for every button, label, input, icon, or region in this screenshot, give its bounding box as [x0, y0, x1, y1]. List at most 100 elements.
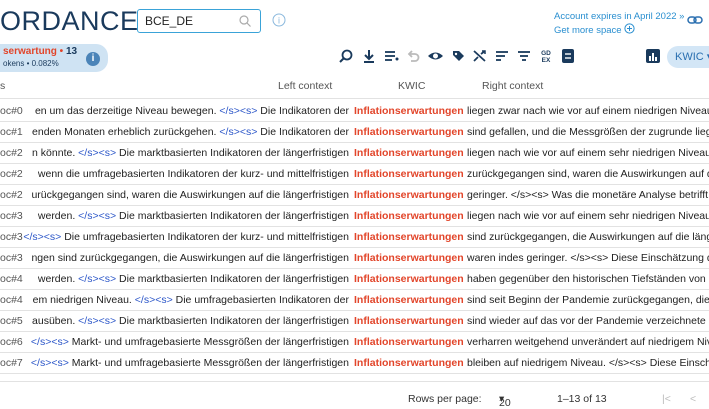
doc-ref[interactable]: oc#0 [0, 105, 23, 117]
left-context-rest: Die marktbasierten Indikatoren der länge… [119, 147, 349, 159]
search-refine-icon[interactable] [338, 48, 356, 66]
gdex-icon[interactable]: GD EX [538, 48, 556, 66]
doc-ref[interactable]: oc#6 [0, 336, 23, 348]
left-context[interactable]: </s><s> Markt- und umfragebasierte Messg… [31, 336, 349, 348]
left-context[interactable]: em niedrigen Niveau. </s><s> Die umfrage… [33, 294, 349, 306]
doc-ref[interactable]: oc#7 [0, 357, 23, 369]
prev-page-icon[interactable]: < [690, 393, 696, 405]
table-row[interactable]: oc#0 en um das derzeitige Niveau bewegen.… [0, 101, 709, 122]
kwic-keyword[interactable]: Inflationserwartungen [354, 357, 464, 369]
visibility-icon[interactable] [427, 48, 445, 66]
left-context[interactable]: n könnte. </s><s> Die marktbasierten Ind… [32, 147, 349, 159]
doc-ref[interactable]: oc#2 [0, 147, 23, 159]
right-context[interactable]: waren indes geringer. </s><s> Diese Eins… [467, 252, 709, 264]
doc-ref[interactable]: oc#5 [0, 315, 23, 327]
right-context[interactable]: bleiben auf niedrigem Niveau. </s><s> Di… [467, 357, 709, 369]
account-expiry-link[interactable]: Account expires in April 2022 » [554, 11, 684, 23]
right-context[interactable]: sind seit Beginn der Pandemie zurückgega… [467, 294, 709, 306]
share-link-icon[interactable] [687, 13, 703, 31]
shuffle-icon[interactable] [472, 48, 490, 66]
right-context[interactable]: liegen zwar nach wie vor auf einem niedr… [467, 105, 709, 117]
right-context[interactable]: geringer. </s><s> Was die monetäre Analy… [467, 189, 709, 201]
table-row[interactable]: oc#7 </s><s> Markt- und umfragebasierte … [0, 353, 709, 374]
info-icon[interactable]: i [272, 13, 286, 32]
filter-icon[interactable] [516, 48, 534, 66]
header-right-context[interactable]: Right context [482, 80, 543, 92]
left-context[interactable]: </s><s> Markt- und umfragebasierte Messg… [31, 357, 349, 369]
kwic-keyword[interactable]: Inflationserwartungen [354, 126, 464, 138]
table-row[interactable]: oc#1 enden Monaten erheblich zurückgehen.… [0, 122, 709, 143]
sort-icon[interactable] [494, 48, 512, 66]
doc-ref[interactable]: oc#3 [0, 210, 23, 222]
table-row[interactable]: oc#2 wenn die umfragebasierten Indikatore… [0, 164, 709, 185]
table-row[interactable]: oc#6 </s><s> Markt- und umfragebasierte … [0, 332, 709, 353]
kwic-keyword[interactable]: Inflationserwartungen [354, 273, 464, 285]
undo-icon[interactable] [405, 48, 423, 66]
left-context[interactable]: werden. </s><s> Die marktbasierten Indik… [38, 273, 349, 285]
toolbar: GD EX [0, 48, 709, 68]
tag-icon[interactable] [450, 48, 468, 66]
doc-ref[interactable]: oc#3 [0, 231, 23, 243]
right-context[interactable]: haben gegenüber den historischen Tiefstä… [467, 273, 709, 285]
kwic-keyword[interactable]: Inflationserwartungen [354, 252, 464, 264]
left-context[interactable]: </s><s> Die umfragebasierten Indikatoren… [23, 231, 349, 243]
left-context[interactable]: ngen sind zurückgegangen, die Auswirkung… [31, 252, 349, 264]
kwic-keyword[interactable]: Inflationserwartungen [354, 231, 464, 243]
doc-ref[interactable]: oc#1 [0, 126, 23, 138]
table-row[interactable]: oc#3 werden. </s><s> Die marktbasierten I… [0, 206, 709, 227]
kwic-keyword[interactable]: Inflationserwartungen [354, 336, 464, 348]
doc-ref[interactable]: oc#2 [0, 189, 23, 201]
corpus-selector[interactable]: BCE_DE [137, 9, 261, 33]
table-row[interactable]: oc#3 ngen sind zurückgegangen, die Auswir… [0, 248, 709, 269]
rows-per-page-select[interactable]: 20 ▾ [499, 393, 511, 409]
left-context[interactable]: enden Monaten erheblich zurückgehen. </s… [32, 126, 349, 138]
left-context[interactable]: en um das derzeitige Niveau bewegen. </s… [35, 105, 349, 117]
kwic-keyword[interactable]: Inflationserwartungen [354, 105, 464, 117]
table-row[interactable]: oc#2 n könnte. </s><s> Die marktbasierten… [0, 143, 709, 164]
table-row[interactable]: oc#4 werden. </s><s> Die marktbasierten I… [0, 269, 709, 290]
view-mode-selector[interactable]: KWIC ▾ [667, 46, 709, 68]
right-context[interactable]: verharren weitgehend unverändert auf nie… [467, 336, 709, 348]
left-context[interactable]: urückgegangen sind, waren die Auswirkung… [31, 189, 349, 201]
left-context[interactable]: ausüben. </s><s> Die marktbasierten Indi… [32, 315, 349, 327]
table-row[interactable]: oc#4 em niedrigen Niveau. </s><s> Die umf… [0, 290, 709, 311]
header-ref[interactable]: s [0, 80, 5, 92]
table-row[interactable]: oc#5 ausüben. </s><s> Die marktbasierten … [0, 311, 709, 332]
table-row[interactable]: oc#3 </s><s> Die umfragebasierten Indika… [0, 227, 709, 248]
right-context[interactable]: sind zurückgegangen, die Auswirkungen au… [467, 231, 709, 243]
sort-lines-icon[interactable] [383, 48, 401, 66]
left-context-text: en um das derzeitige Niveau bewegen. [34, 105, 217, 117]
doc-ref[interactable]: oc#2 [0, 168, 23, 180]
right-context[interactable]: liegen nach wie vor auf einem sehr niedr… [467, 210, 709, 222]
left-context[interactable]: wenn die umfragebasierten Indikatoren de… [38, 168, 349, 180]
kwic-keyword[interactable]: Inflationserwartungen [354, 189, 464, 201]
first-page-icon[interactable]: |< [662, 393, 671, 405]
account-notice[interactable]: Account expires in April 2022 » Get more… [554, 11, 684, 37]
right-context[interactable]: sind gefallen, und die Messgrößen der zu… [467, 126, 709, 138]
kwic-keyword[interactable]: Inflationserwartungen [354, 210, 464, 222]
kwic-keyword[interactable]: Inflationserwartungen [354, 315, 464, 327]
kwic-keyword[interactable]: Inflationserwartungen [354, 294, 464, 306]
header-kwic[interactable]: KWIC [398, 80, 425, 92]
kwic-keyword[interactable]: Inflationserwartungen [354, 168, 464, 180]
table-row[interactable]: oc#2 urückgegangen sind, waren die Auswir… [0, 185, 709, 206]
app-logo[interactable]: ORDANCE [0, 6, 139, 37]
doc-ref[interactable]: oc#4 [0, 273, 23, 285]
right-context[interactable]: sind wieder auf das vor der Pandemie ver… [467, 315, 709, 327]
left-context[interactable]: werden. </s><s> Die marktbasierten Indik… [38, 210, 349, 222]
doc-ref[interactable]: oc#3 [0, 252, 23, 264]
download-icon[interactable] [361, 48, 379, 66]
search-icon[interactable] [238, 14, 252, 33]
header-left-context[interactable]: Left context [278, 80, 332, 92]
document-view-icon[interactable] [560, 48, 578, 66]
plus-circle-icon[interactable] [624, 23, 635, 36]
doc-ref[interactable]: oc#4 [0, 294, 23, 306]
right-context[interactable]: liegen nach wie vor auf einem sehr niedr… [467, 147, 709, 159]
sentence-tag: </s><s> [219, 126, 258, 138]
left-context-rest: Die Indikatoren der [260, 126, 349, 138]
frequency-chart-icon[interactable] [645, 48, 663, 66]
kwic-keyword[interactable]: Inflationserwartungen [354, 147, 464, 159]
get-more-space-link[interactable]: Get more space [554, 25, 622, 36]
right-context[interactable]: zurückgegangen sind, waren die Auswirkun… [467, 168, 709, 180]
left-context-text: werden. [37, 273, 76, 285]
